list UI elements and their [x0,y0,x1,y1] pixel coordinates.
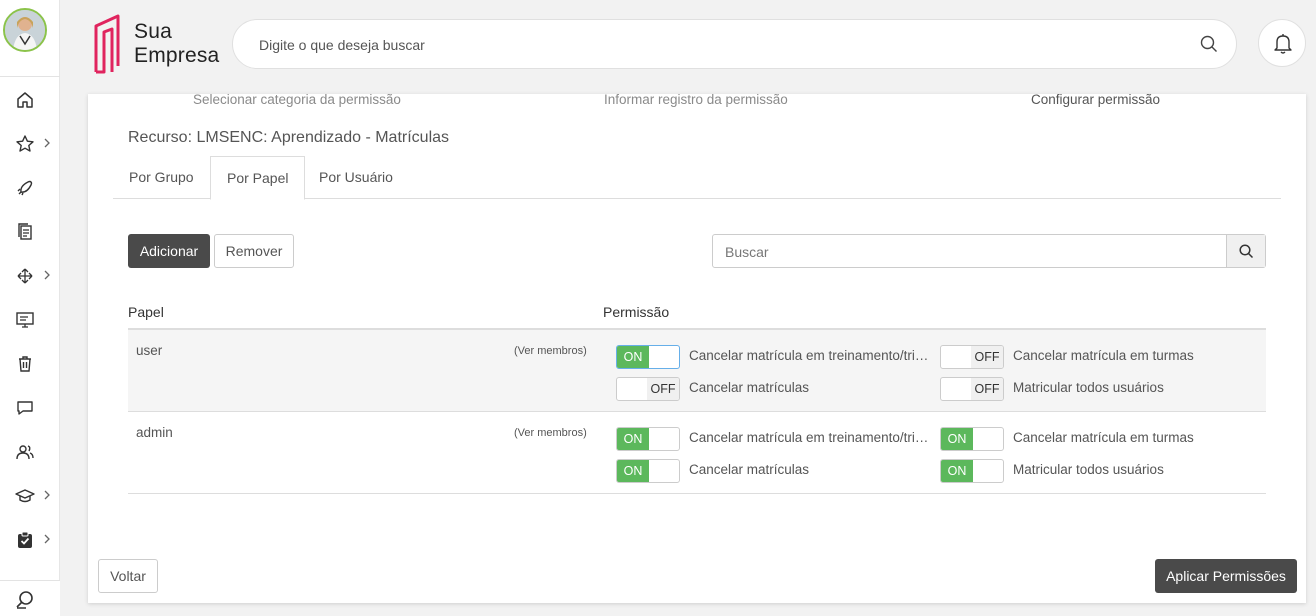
role-name: user [136,343,163,358]
view-members-link[interactable]: (Ver membros) [514,427,587,439]
toggle-state-label: OFF [971,346,1003,368]
sidebar-item-monitor[interactable] [0,305,60,335]
search-icon[interactable] [1200,35,1218,53]
sidebar-item-tasks[interactable] [0,525,60,555]
chevron-right-icon [44,270,50,280]
permission-toggle[interactable]: ON [616,345,680,369]
user-avatar-icon [5,10,45,50]
permission-label: Cancelar matrícula em turmas [1013,430,1194,445]
sidebar [0,0,60,616]
sidebar-search[interactable] [0,580,60,616]
logo-mark-icon [94,14,120,74]
apply-permissions-button[interactable]: Aplicar Permissões [1155,559,1297,593]
permission-toggle[interactable]: ON [616,459,680,483]
documents-icon [18,223,32,240]
permission-toggle[interactable]: OFF [616,377,680,401]
logo-line2: Empresa [134,44,220,67]
logo-text: Sua Empresa [134,20,219,68]
add-button[interactable]: Adicionar [128,234,210,268]
clipboard-check-icon [18,531,32,548]
toggle-state-label: ON [941,428,973,450]
tab-por-usuario[interactable]: Por Usuário [303,156,409,199]
home-icon [17,92,33,108]
permission-toggle[interactable]: OFF [940,345,1004,369]
sidebar-item-messages[interactable] [0,393,60,423]
sidebar-item-favorites[interactable] [0,129,60,159]
table-row: user (Ver membros) ON Cancelar matrícula… [128,330,1266,412]
chevron-right-icon [44,490,50,500]
back-button[interactable]: Voltar [98,559,158,593]
logo-line1: Sua [134,20,172,43]
chat-icon [17,401,33,415]
step-select-category[interactable]: Selecionar categoria da permissão [193,92,401,107]
role-search-button[interactable] [1226,235,1265,267]
toggle-state-label: ON [617,428,649,450]
toggle-state-label: ON [617,346,649,368]
role-search [712,234,1266,268]
trash-icon [19,356,31,372]
notifications-button[interactable] [1258,19,1306,67]
permissions-card: Selecionar categoria da permissão Inform… [88,92,1306,603]
sidebar-item-launch[interactable] [0,173,60,203]
column-header-permission: Permissão [603,304,670,320]
company-logo[interactable]: Sua Empresa [92,12,232,76]
monitor-icon [16,312,34,328]
step-configure[interactable]: Configurar permissão [1031,92,1160,107]
arrows-icon [17,268,33,284]
global-search-input[interactable] [259,34,1159,56]
permission-toggle[interactable]: ON [940,427,1004,451]
toggle-state-label: OFF [647,378,679,400]
sidebar-item-integrations[interactable] [0,261,60,291]
chevron-right-icon [44,138,50,148]
sidebar-item-education[interactable] [0,481,60,511]
users-icon [16,445,34,460]
sidebar-item-trash[interactable] [0,349,60,379]
global-search [232,19,1237,69]
step-inform-record[interactable]: Informar registro da permissão [604,92,788,107]
table-row: admin (Ver membros) ON Cancelar matrícul… [128,412,1266,494]
permission-label: Cancelar matrícula em turmas [1013,348,1194,363]
sidebar-item-documents[interactable] [0,217,60,247]
search-icon [16,591,33,609]
remove-button[interactable]: Remover [214,234,294,268]
resource-label: Recurso: LMSENC: Aprendizado - Matrícula… [128,129,450,146]
tab-por-grupo[interactable]: Por Grupo [113,156,210,199]
permission-toggle[interactable]: OFF [940,377,1004,401]
permission-label: Matricular todos usuários [1013,380,1164,395]
permission-label: Cancelar matrícula em treinamento/tri… [689,430,929,445]
toggle-state-label: ON [941,460,973,482]
role-search-input[interactable] [725,243,1215,261]
view-members-link[interactable]: (Ver membros) [514,345,587,357]
permission-toggle[interactable]: ON [940,459,1004,483]
star-icon [16,135,34,152]
permission-label: Cancelar matrícula em treinamento/tri… [689,348,929,363]
toggle-state-label: ON [617,460,649,482]
search-icon [1239,244,1254,259]
role-name: admin [136,425,173,440]
tab-por-papel[interactable]: Por Papel [210,156,306,200]
avatar[interactable] [3,8,47,52]
bell-icon [1274,34,1292,54]
chevron-right-icon [44,534,50,544]
graduation-cap-icon [15,489,35,503]
permission-label: Cancelar matrículas [689,380,810,395]
permission-label: Cancelar matrículas [689,462,810,477]
sidebar-divider [0,76,60,77]
permission-label: Matricular todos usuários [1013,462,1164,477]
column-header-role: Papel [128,304,164,320]
sidebar-item-home[interactable] [0,85,60,115]
permission-toggle[interactable]: ON [616,427,680,451]
rocket-icon [17,180,33,196]
sidebar-item-users[interactable] [0,437,60,467]
tabs: Por Grupo Por Papel Por Usuário [113,156,1281,200]
toggle-state-label: OFF [971,378,1003,400]
